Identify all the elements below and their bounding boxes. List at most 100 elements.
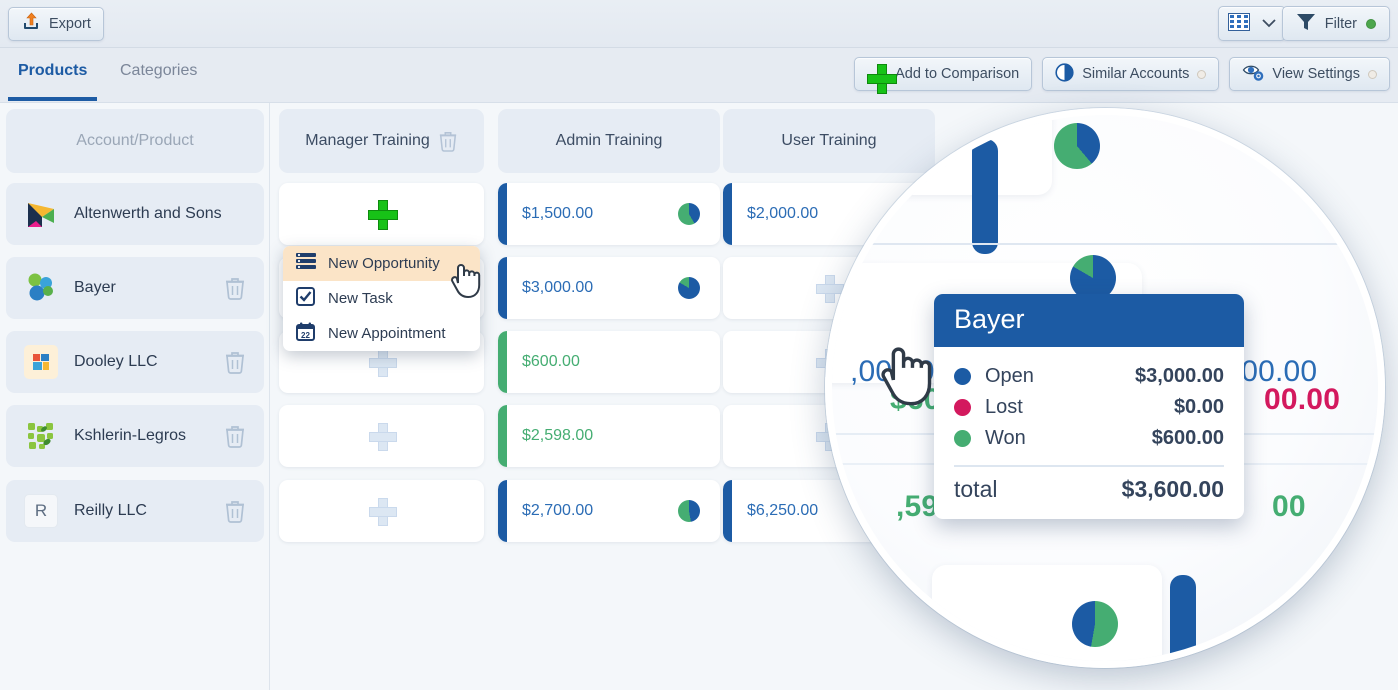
cell-add-opportunity[interactable] (279, 480, 484, 542)
top-toolbar: Export Filter (0, 0, 1398, 48)
checkbox-icon (296, 287, 316, 310)
opportunity-tooltip: Bayer Open $3,000.00 Lost $0.00 Won $600… (934, 294, 1244, 519)
filter-label: Filter (1324, 15, 1357, 32)
menu-item-new-appointment[interactable]: 22 New Appointment (283, 316, 480, 351)
add-to-comparison-label: Add to Comparison (895, 66, 1020, 82)
account-name: Kshlerin-Legros (74, 427, 187, 444)
grid-columns-icon (1228, 12, 1250, 35)
avatar (24, 271, 58, 305)
plus-icon (367, 200, 398, 230)
magnifier-lens: ,000.00 $1,000.00 $600.00 00.00 ,598.0 0… (825, 108, 1385, 668)
pie-chart-icon (678, 203, 700, 225)
cell-amount: $2,700.00 (522, 502, 594, 519)
cell-amount: $600.00 (522, 353, 580, 370)
filter-button[interactable]: Filter (1281, 6, 1390, 41)
cell-amount: $6,250.00 (747, 502, 819, 519)
account-name: Reilly LLC (74, 502, 147, 519)
open-status-dot (954, 368, 971, 385)
account-column-header: Account/Product (6, 109, 264, 173)
tab-categories[interactable]: Categories (120, 62, 197, 84)
cell-amount: $2,000.00 (747, 205, 819, 222)
status-bar (498, 257, 507, 319)
similar-accounts-label: Similar Accounts (1082, 66, 1190, 82)
tooltip-divider (954, 465, 1224, 467)
magnifier-content: ,000.00 $1,000.00 $600.00 00.00 ,598.0 0… (832, 115, 1378, 661)
similar-accounts-button[interactable]: Similar Accounts (1042, 57, 1220, 91)
status-bar (498, 331, 507, 393)
account-name: Dooley LLC (74, 353, 158, 370)
cell-add-opportunity[interactable] (279, 405, 484, 467)
zoomed-amount: 00 (1272, 490, 1306, 523)
svg-text:22: 22 (301, 331, 310, 340)
list-rows-icon (296, 252, 316, 275)
context-menu: New Opportunity New Task 22 New Appointm… (283, 246, 480, 351)
status-bar (498, 183, 507, 245)
plus-icon (368, 349, 397, 377)
column-header-admin-training[interactable]: Admin Training (498, 109, 720, 173)
cell-value[interactable]: $2,700.00 (498, 480, 720, 542)
eye-gear-icon (1242, 62, 1264, 86)
delete-account-icon[interactable] (224, 499, 246, 523)
tooltip-row-value: $3,000.00 (1135, 365, 1224, 387)
status-bar (723, 480, 732, 542)
menu-item-label: New Appointment (328, 325, 446, 342)
app-root: Export Filter Products Categories Add to… (0, 0, 1398, 690)
add-to-comparison-button[interactable]: Add to Comparison (854, 57, 1033, 94)
tooltip-row-won: Won $600.00 (954, 423, 1224, 454)
tab-products[interactable]: Products (7, 62, 98, 101)
cell-value[interactable]: $2,598.00 (498, 405, 720, 467)
tooltip-row-label: Open (985, 365, 1034, 387)
lost-status-dot (954, 399, 971, 416)
avatar (24, 345, 58, 379)
contrast-circle-icon (1055, 62, 1074, 86)
menu-item-label: New Task (328, 290, 393, 307)
tooltip-total-value: $3,600.00 (1121, 476, 1224, 502)
cell-value[interactable]: $1,500.00 (498, 183, 720, 245)
zoomed-amount: 00.00 (1264, 383, 1341, 416)
delete-account-icon[interactable] (224, 350, 246, 374)
tooltip-total-label: total (954, 476, 998, 502)
cell-value[interactable]: $600.00 (498, 331, 720, 393)
tooltip-row-open: Open $3,000.00 (954, 361, 1224, 392)
zoomed-status-bar (1170, 575, 1196, 661)
tooltip-title: Bayer (934, 294, 1244, 347)
view-settings-button[interactable]: View Settings (1229, 57, 1390, 91)
avatar (24, 197, 58, 231)
column-header-manager-training[interactable]: Manager Training (279, 109, 484, 173)
cell-amount: $1,500.00 (522, 205, 594, 222)
tooltip-row-lost: Lost $0.00 (954, 392, 1224, 423)
zoomed-cell (832, 115, 1052, 195)
tooltip-row-value: $0.00 (1173, 396, 1224, 418)
tooltip-row-label: Lost (985, 396, 1023, 418)
view-settings-status-dot (1368, 69, 1377, 79)
delete-column-icon[interactable] (438, 130, 458, 152)
export-label: Export (49, 16, 91, 32)
cell-amount: $2,598.00 (522, 427, 594, 444)
cell-add-opportunity[interactable] (279, 183, 484, 245)
cell-value[interactable]: $3,000.00 (498, 257, 720, 319)
account-row-reilly[interactable]: R Reilly LLC (6, 480, 264, 542)
pie-chart-icon (678, 277, 700, 299)
chevron-down-icon (1262, 16, 1276, 32)
delete-account-icon[interactable] (224, 276, 246, 300)
account-row-altenwerth[interactable]: Altenwerth and Sons (6, 183, 264, 245)
funnel-icon (1296, 12, 1316, 36)
plus-icon (368, 498, 397, 526)
menu-item-new-opportunity[interactable]: New Opportunity (283, 246, 480, 281)
account-row-kshlerin[interactable]: Kshlerin-Legros (6, 405, 264, 467)
plus-icon (867, 64, 898, 94)
pie-chart-icon (678, 500, 700, 522)
account-name: Altenwerth and Sons (74, 205, 222, 222)
export-button[interactable]: Export (8, 7, 104, 41)
cell-amount: $3,000.00 (522, 279, 594, 296)
account-row-dooley[interactable]: Dooley LLC (6, 331, 264, 393)
zoomed-separator (832, 243, 1378, 245)
delete-account-icon[interactable] (224, 424, 246, 448)
filter-status-dot (1366, 18, 1376, 29)
tooltip-body: Open $3,000.00 Lost $0.00 Won $600.00 to… (934, 347, 1244, 519)
tab-bar: Products Categories Add to Comparison Si… (0, 48, 1398, 103)
status-bar (498, 405, 507, 467)
menu-item-new-task[interactable]: New Task (283, 281, 480, 316)
column-chooser-button[interactable] (1218, 6, 1286, 41)
account-row-bayer[interactable]: Bayer (6, 257, 264, 319)
